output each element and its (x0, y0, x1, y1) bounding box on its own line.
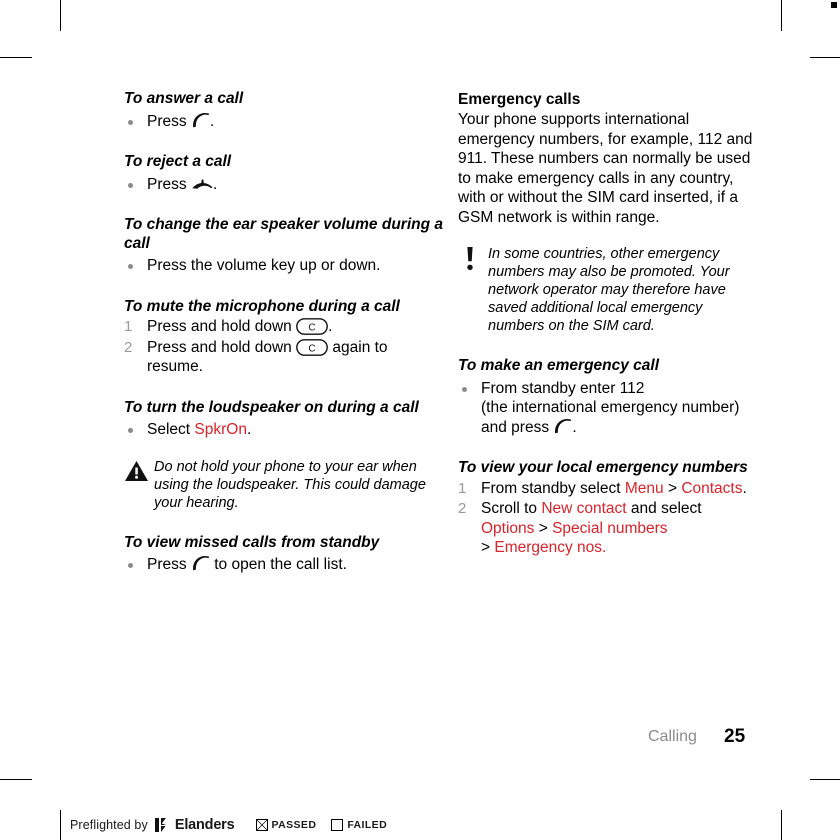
exclamation-note-icon (462, 246, 478, 272)
passed-checkbox-icon (255, 819, 268, 831)
step-change-volume: Press the volume key up or down. (124, 256, 444, 276)
path-separator: > (534, 519, 553, 537)
step-view-missed-calls: Press to open the call list. (124, 555, 444, 575)
step-text-after: . (246, 421, 252, 438)
svg-text:C: C (308, 322, 315, 333)
step-make-emergency-call: From standby enter 112 (the internationa… (458, 379, 758, 438)
step-text-after: . (209, 112, 215, 130)
ui-term-new-contact: New contact (541, 500, 627, 517)
call-key-icon (553, 418, 572, 434)
ui-term-spkron: SpkrOn (194, 421, 247, 438)
task-heading-answer-call: To answer a call (124, 90, 244, 107)
step-text-after: . (328, 318, 333, 335)
failed-checkbox-icon (331, 819, 344, 831)
warning-note: Do not hold your phone to your ear when … (124, 458, 444, 512)
failed-label: FAILED (347, 819, 388, 831)
step-text-before: Press and hold down (147, 338, 297, 356)
step-local-numbers-1: 1 From standby select Menu > Contacts. (458, 479, 758, 499)
page-footer: Calling 25 (458, 726, 758, 754)
task-heading-view-local-emergency-numbers: To view your local emergency numbers (458, 459, 748, 476)
step-text-before: Press (147, 556, 191, 573)
warning-note-text: Do not hold your phone to your ear when … (154, 458, 426, 511)
step-text-after: . (212, 175, 218, 193)
info-note-text: In some countries, other emergency numbe… (488, 246, 730, 334)
step-number: 2 (458, 500, 467, 517)
left-column: To answer a call Press . To reject a cal… (124, 90, 444, 575)
task-heading-make-emergency-call: To make an emergency call (458, 357, 660, 374)
ui-term-menu: Menu (624, 479, 664, 497)
clear-key-c-icon: C (296, 338, 328, 356)
step-text-after: to open the call list. (209, 556, 347, 573)
step-line-2: (the international emergency number) (481, 399, 740, 416)
footer-chapter-name: Calling (648, 728, 697, 745)
manual-page: To answer a call Press . To reject a cal… (0, 0, 840, 840)
path-separator: > (663, 479, 682, 497)
task-heading-mute-microphone: To mute the microphone during a call (124, 297, 400, 315)
task-heading-change-volume: To change the ear speaker volume during … (124, 216, 443, 252)
clear-key-c-icon: C (296, 318, 328, 335)
step-number: 2 (124, 338, 133, 356)
step-line-1: From standby enter 112 (481, 379, 645, 397)
task-heading-loudspeaker-on: To turn the loudspeaker on during a call (124, 398, 419, 416)
step-number: 1 (458, 479, 467, 497)
step-suffix: . (742, 479, 747, 497)
step-loudspeaker-on: Select SpkrOn. (124, 420, 444, 440)
footer-page-number: 25 (724, 726, 746, 747)
ui-term-emergency-nos: Emergency nos. (494, 539, 607, 556)
emergency-calls-intro-paragraph: Your phone supports international emerge… (458, 111, 753, 226)
passed-label: PASSED (271, 819, 317, 831)
ui-term-contacts: Contacts (681, 479, 743, 497)
step-prefix: Scroll to (481, 500, 542, 517)
info-note: In some countries, other emergency numbe… (458, 245, 758, 335)
task-heading-reject-call: To reject a call (124, 153, 232, 170)
preflight-passed-state: PASSED (255, 819, 317, 831)
step-reject-call: Press . (124, 175, 444, 195)
preflight-label: Preflighted by (70, 818, 148, 832)
svg-text:C: C (308, 343, 315, 354)
step-text-before: Select (147, 421, 195, 438)
step-prefix: From standby select (481, 479, 625, 497)
call-key-icon (191, 112, 210, 128)
step-answer-call: Press . (124, 112, 444, 132)
step-line-3-after: . (572, 418, 577, 436)
elanders-brand-name: Elanders (174, 817, 235, 833)
step-line-3-before: and press (481, 418, 554, 436)
step-mute-1: 1 Press and hold down C. (124, 317, 444, 337)
path-separator: > (481, 539, 495, 556)
section-heading-emergency-calls: Emergency calls (458, 91, 581, 108)
step-local-numbers-2: 2 Scroll to New contact and select Option… (458, 499, 758, 558)
ui-term-options: Options (481, 519, 535, 537)
step-mid: and select (626, 500, 702, 517)
step-text-before: Press and hold down (147, 318, 297, 335)
end-call-key-icon (191, 176, 213, 191)
call-key-icon (191, 555, 210, 571)
right-column: Emergency calls Your phone supports inte… (458, 90, 758, 558)
warning-triangle-icon (124, 460, 149, 482)
step-number: 1 (124, 318, 133, 335)
step-text-before: Press (147, 112, 191, 130)
preflight-failed-state: FAILED (331, 819, 387, 831)
elanders-logo-icon (154, 818, 167, 832)
task-heading-view-missed-calls: To view missed calls from standby (124, 533, 380, 551)
step-mute-2: 2 Press and hold down C again to resume. (124, 338, 444, 377)
preflight-bar: Preflighted by Elanders PASSED FAILED (61, 810, 387, 840)
ui-term-special-numbers: Special numbers (552, 519, 668, 537)
step-text-before: Press (147, 175, 191, 193)
